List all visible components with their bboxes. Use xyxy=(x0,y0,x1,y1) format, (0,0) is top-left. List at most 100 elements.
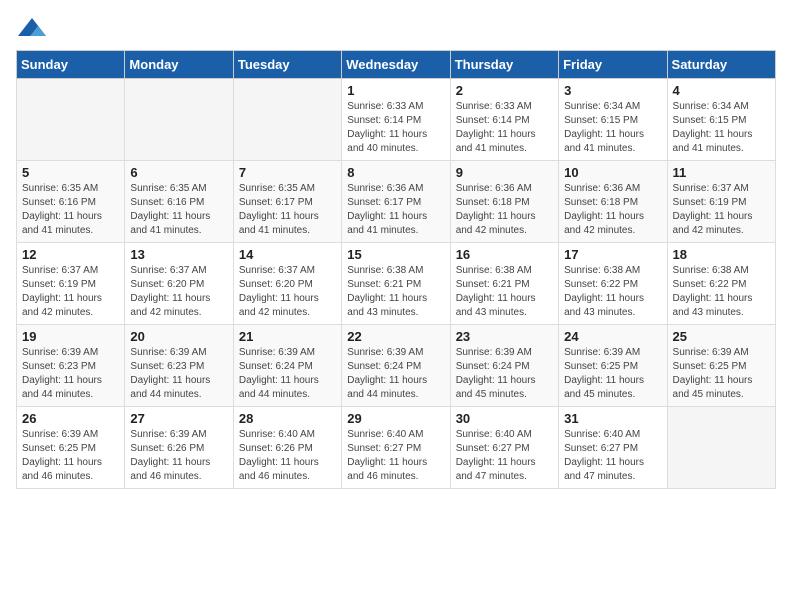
calendar-cell: 27 Sunrise: 6:39 AM Sunset: 6:26 PM Dayli… xyxy=(125,407,233,489)
day-number: 31 xyxy=(564,411,661,426)
calendar-cell: 8 Sunrise: 6:36 AM Sunset: 6:17 PM Daylig… xyxy=(342,161,450,243)
day-info: Sunrise: 6:36 AM Sunset: 6:17 PM Dayligh… xyxy=(347,182,444,238)
day-number: 18 xyxy=(673,247,770,262)
header-thursday: Thursday xyxy=(450,51,558,79)
day-info: Sunrise: 6:40 AM Sunset: 6:27 PM Dayligh… xyxy=(456,428,553,484)
calendar-cell xyxy=(17,79,125,161)
day-number: 15 xyxy=(347,247,444,262)
header-monday: Monday xyxy=(125,51,233,79)
header-wednesday: Wednesday xyxy=(342,51,450,79)
day-info: Sunrise: 6:39 AM Sunset: 6:24 PM Dayligh… xyxy=(347,346,444,402)
day-number: 29 xyxy=(347,411,444,426)
calendar-cell: 2 Sunrise: 6:33 AM Sunset: 6:14 PM Daylig… xyxy=(450,79,558,161)
calendar-week-2: 5 Sunrise: 6:35 AM Sunset: 6:16 PM Daylig… xyxy=(17,161,776,243)
day-number: 17 xyxy=(564,247,661,262)
day-number: 1 xyxy=(347,83,444,98)
calendar-cell: 18 Sunrise: 6:38 AM Sunset: 6:22 PM Dayli… xyxy=(667,243,775,325)
day-info: Sunrise: 6:37 AM Sunset: 6:19 PM Dayligh… xyxy=(22,264,119,320)
calendar-cell: 28 Sunrise: 6:40 AM Sunset: 6:26 PM Dayli… xyxy=(233,407,341,489)
day-number: 24 xyxy=(564,329,661,344)
day-info: Sunrise: 6:38 AM Sunset: 6:22 PM Dayligh… xyxy=(564,264,661,320)
calendar-header-row: SundayMondayTuesdayWednesdayThursdayFrid… xyxy=(17,51,776,79)
day-info: Sunrise: 6:40 AM Sunset: 6:26 PM Dayligh… xyxy=(239,428,336,484)
page-header xyxy=(16,16,776,42)
header-tuesday: Tuesday xyxy=(233,51,341,79)
day-number: 22 xyxy=(347,329,444,344)
calendar-cell: 15 Sunrise: 6:38 AM Sunset: 6:21 PM Dayli… xyxy=(342,243,450,325)
day-number: 8 xyxy=(347,165,444,180)
day-info: Sunrise: 6:40 AM Sunset: 6:27 PM Dayligh… xyxy=(564,428,661,484)
day-info: Sunrise: 6:39 AM Sunset: 6:25 PM Dayligh… xyxy=(564,346,661,402)
day-number: 20 xyxy=(130,329,227,344)
day-number: 16 xyxy=(456,247,553,262)
calendar-table: SundayMondayTuesdayWednesdayThursdayFrid… xyxy=(16,50,776,489)
day-info: Sunrise: 6:35 AM Sunset: 6:16 PM Dayligh… xyxy=(22,182,119,238)
day-number: 2 xyxy=(456,83,553,98)
day-info: Sunrise: 6:37 AM Sunset: 6:19 PM Dayligh… xyxy=(673,182,770,238)
calendar-cell: 26 Sunrise: 6:39 AM Sunset: 6:25 PM Dayli… xyxy=(17,407,125,489)
day-number: 7 xyxy=(239,165,336,180)
calendar-cell: 21Sunrise: 6:39 AM Sunset: 6:24 PM Dayli… xyxy=(233,325,341,407)
day-info: Sunrise: 6:39 AM Sunset: 6:25 PM Dayligh… xyxy=(673,346,770,402)
calendar-cell: 16Sunrise: 6:38 AM Sunset: 6:21 PM Dayli… xyxy=(450,243,558,325)
calendar-week-1: 1 Sunrise: 6:33 AM Sunset: 6:14 PM Daylig… xyxy=(17,79,776,161)
day-number: 11 xyxy=(673,165,770,180)
day-info: Sunrise: 6:33 AM Sunset: 6:14 PM Dayligh… xyxy=(456,100,553,156)
calendar-cell: 11 Sunrise: 6:37 AM Sunset: 6:19 PM Dayli… xyxy=(667,161,775,243)
day-number: 28 xyxy=(239,411,336,426)
calendar-cell: 3Sunrise: 6:34 AM Sunset: 6:15 PM Daylig… xyxy=(559,79,667,161)
calendar-cell: 10 Sunrise: 6:36 AM Sunset: 6:18 PM Dayli… xyxy=(559,161,667,243)
calendar-cell: 12 Sunrise: 6:37 AM Sunset: 6:19 PM Dayli… xyxy=(17,243,125,325)
calendar-week-3: 12 Sunrise: 6:37 AM Sunset: 6:19 PM Dayli… xyxy=(17,243,776,325)
calendar-cell: 22 Sunrise: 6:39 AM Sunset: 6:24 PM Dayli… xyxy=(342,325,450,407)
calendar-cell: 25 Sunrise: 6:39 AM Sunset: 6:25 PM Dayli… xyxy=(667,325,775,407)
day-number: 4 xyxy=(673,83,770,98)
day-number: 19 xyxy=(22,329,119,344)
header-friday: Friday xyxy=(559,51,667,79)
day-info: Sunrise: 6:34 AM Sunset: 6:15 PM Dayligh… xyxy=(673,100,770,156)
day-number: 10 xyxy=(564,165,661,180)
day-info: Sunrise: 6:40 AM Sunset: 6:27 PM Dayligh… xyxy=(347,428,444,484)
logo-icon xyxy=(16,16,48,42)
day-info: Sunrise: 6:37 AM Sunset: 6:20 PM Dayligh… xyxy=(239,264,336,320)
day-number: 27 xyxy=(130,411,227,426)
day-info: Sunrise: 6:39 AM Sunset: 6:23 PM Dayligh… xyxy=(22,346,119,402)
calendar-cell: 20 Sunrise: 6:39 AM Sunset: 6:23 PM Dayli… xyxy=(125,325,233,407)
day-info: Sunrise: 6:39 AM Sunset: 6:25 PM Dayligh… xyxy=(22,428,119,484)
day-info: Sunrise: 6:36 AM Sunset: 6:18 PM Dayligh… xyxy=(564,182,661,238)
day-number: 14 xyxy=(239,247,336,262)
day-number: 30 xyxy=(456,411,553,426)
day-info: Sunrise: 6:39 AM Sunset: 6:23 PM Dayligh… xyxy=(130,346,227,402)
calendar-cell: 31 Sunrise: 6:40 AM Sunset: 6:27 PM Dayli… xyxy=(559,407,667,489)
day-number: 23 xyxy=(456,329,553,344)
day-info: Sunrise: 6:37 AM Sunset: 6:20 PM Dayligh… xyxy=(130,264,227,320)
day-info: Sunrise: 6:33 AM Sunset: 6:14 PM Dayligh… xyxy=(347,100,444,156)
calendar-cell: 13 Sunrise: 6:37 AM Sunset: 6:20 PM Dayli… xyxy=(125,243,233,325)
calendar-cell: 24 Sunrise: 6:39 AM Sunset: 6:25 PM Dayli… xyxy=(559,325,667,407)
calendar-cell: 1 Sunrise: 6:33 AM Sunset: 6:14 PM Daylig… xyxy=(342,79,450,161)
day-number: 9 xyxy=(456,165,553,180)
logo xyxy=(16,16,52,42)
day-number: 25 xyxy=(673,329,770,344)
day-number: 6 xyxy=(130,165,227,180)
calendar-cell xyxy=(667,407,775,489)
day-info: Sunrise: 6:39 AM Sunset: 6:26 PM Dayligh… xyxy=(130,428,227,484)
header-sunday: Sunday xyxy=(17,51,125,79)
calendar-week-5: 26 Sunrise: 6:39 AM Sunset: 6:25 PM Dayli… xyxy=(17,407,776,489)
day-info: Sunrise: 6:36 AM Sunset: 6:18 PM Dayligh… xyxy=(456,182,553,238)
day-number: 13 xyxy=(130,247,227,262)
calendar-cell: 4 Sunrise: 6:34 AM Sunset: 6:15 PM Daylig… xyxy=(667,79,775,161)
day-number: 5 xyxy=(22,165,119,180)
day-info: Sunrise: 6:35 AM Sunset: 6:16 PM Dayligh… xyxy=(130,182,227,238)
calendar-cell xyxy=(125,79,233,161)
day-info: Sunrise: 6:38 AM Sunset: 6:21 PM Dayligh… xyxy=(347,264,444,320)
calendar-week-4: 19 Sunrise: 6:39 AM Sunset: 6:23 PM Dayli… xyxy=(17,325,776,407)
calendar-cell: 14 Sunrise: 6:37 AM Sunset: 6:20 PM Dayli… xyxy=(233,243,341,325)
calendar-cell: 17 Sunrise: 6:38 AM Sunset: 6:22 PM Dayli… xyxy=(559,243,667,325)
day-number: 26 xyxy=(22,411,119,426)
calendar-cell: 9 Sunrise: 6:36 AM Sunset: 6:18 PM Daylig… xyxy=(450,161,558,243)
header-saturday: Saturday xyxy=(667,51,775,79)
day-info: Sunrise: 6:38 AM Sunset: 6:22 PM Dayligh… xyxy=(673,264,770,320)
calendar-cell: 19 Sunrise: 6:39 AM Sunset: 6:23 PM Dayli… xyxy=(17,325,125,407)
day-number: 12 xyxy=(22,247,119,262)
